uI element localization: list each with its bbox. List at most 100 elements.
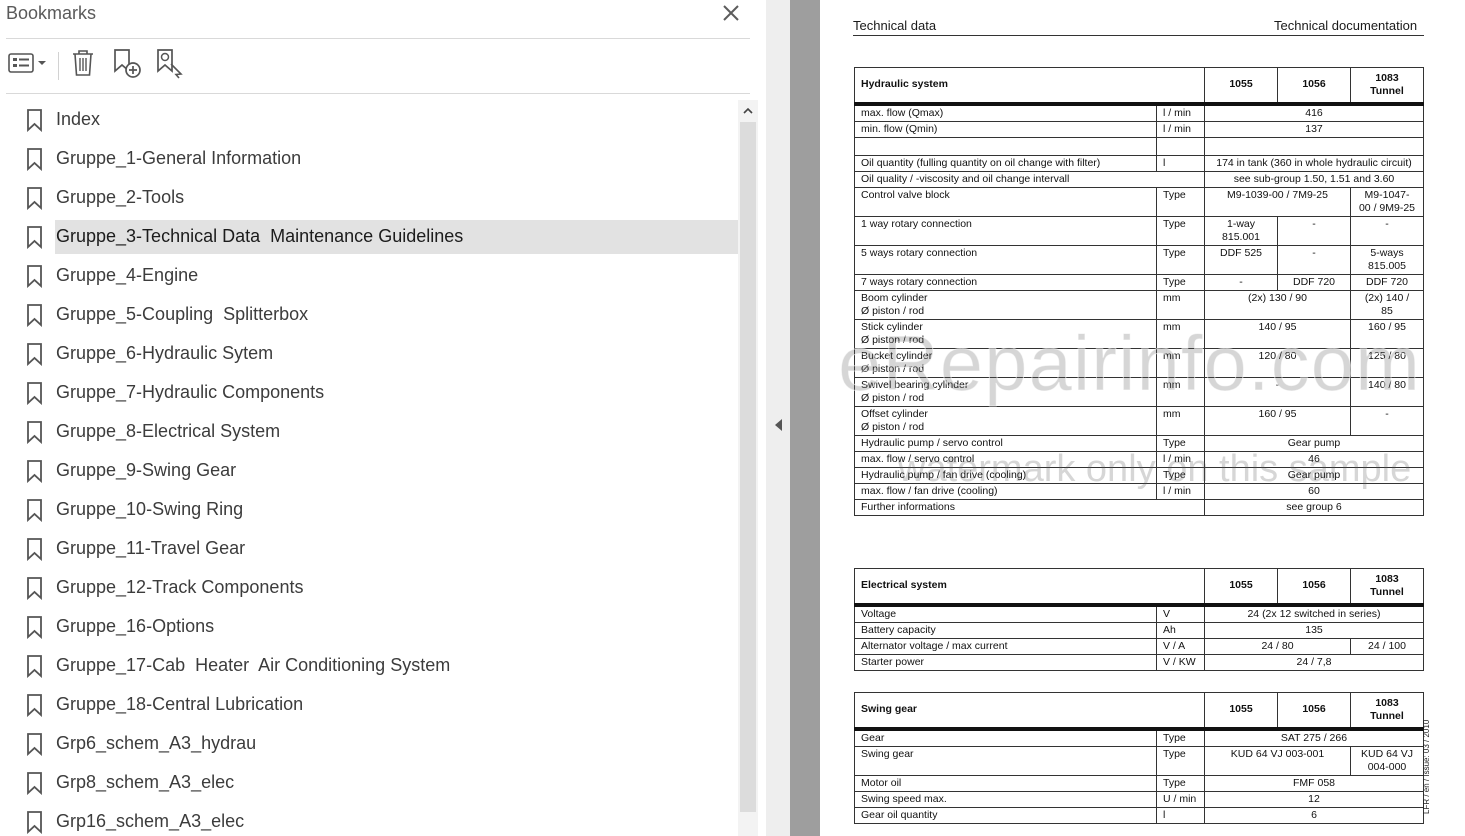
bookmark-label: Gruppe_3-Technical Data Maintenance Guid… bbox=[56, 226, 464, 246]
electrical-system-table: Electrical system 1055 1056 1083 Tunnel V… bbox=[854, 568, 1424, 671]
table-row: Oil quantity (fulling quantity on oil ch… bbox=[854, 154, 1424, 172]
bookmark-item[interactable]: Gruppe_3-Technical Data Maintenance Guid… bbox=[0, 219, 738, 254]
panel-splitter[interactable] bbox=[766, 0, 790, 836]
bookmark-label: Grp8_schem_A3_elec bbox=[56, 772, 235, 792]
table-row: Offset cylinder Ø piston / rod mm 160 / 9… bbox=[854, 405, 1424, 436]
bookmark-label: Gruppe_12-Track Components bbox=[56, 577, 304, 597]
column-header: 1055 bbox=[1204, 568, 1278, 607]
toolbar-divider bbox=[58, 52, 59, 80]
table-row: Oil quality / -viscosity and oil change … bbox=[854, 170, 1424, 188]
table-row: Motor oil Type FMF 058 bbox=[854, 774, 1424, 792]
bookmark-item[interactable]: Gruppe_6-Hydraulic Sytem bbox=[0, 336, 738, 370]
column-header: 1083 Tunnel bbox=[1350, 67, 1424, 106]
table-row: 1 way rotary connection Type 1-way 815.00… bbox=[854, 215, 1424, 246]
bookmark-label: Gruppe_2-Tools bbox=[56, 187, 185, 207]
bookmark-icon bbox=[25, 654, 45, 679]
column-header: 1056 bbox=[1277, 692, 1351, 731]
bookmarks-panel: Bookmarks Index Gruppe_1-General Informa… bbox=[0, 0, 766, 836]
bookmark-item[interactable]: Gruppe_11-Travel Gear bbox=[0, 531, 738, 565]
bookmark-item[interactable]: Gruppe_1-General Information bbox=[0, 141, 738, 175]
bookmark-icon bbox=[25, 147, 45, 172]
bookmark-label: Gruppe_17-Cab Heater Air Conditioning Sy… bbox=[56, 655, 451, 675]
bookmark-label: Gruppe_10-Swing Ring bbox=[56, 499, 244, 519]
table-row: Hydraulic pump / servo control Type Gear… bbox=[854, 434, 1424, 452]
bookmark-icon bbox=[25, 186, 45, 211]
bookmark-label: Gruppe_16-Options bbox=[56, 616, 215, 636]
bookmark-icon bbox=[25, 108, 45, 133]
table-row: min. flow (Qmin) l / min 137 bbox=[854, 120, 1424, 138]
bookmark-label: Gruppe_1-General Information bbox=[56, 148, 302, 168]
table-row: Gear oil quantity l 6 bbox=[854, 806, 1424, 824]
bookmark-label: Gruppe_18-Central Lubrication bbox=[56, 694, 304, 714]
bookmark-item[interactable]: Index bbox=[0, 102, 738, 136]
bookmark-item[interactable]: Gruppe_10-Swing Ring bbox=[0, 492, 738, 526]
column-header: 1083 Tunnel bbox=[1350, 568, 1424, 607]
panel-title: Bookmarks bbox=[6, 3, 97, 23]
table-row: Battery capacity Ah 135 bbox=[854, 621, 1424, 639]
table-row bbox=[854, 136, 1424, 156]
close-icon[interactable] bbox=[720, 2, 742, 24]
bookmark-icon bbox=[25, 771, 45, 796]
scroll-up-arrow[interactable] bbox=[742, 104, 754, 116]
bookmark-item[interactable]: Gruppe_9-Swing Gear bbox=[0, 453, 738, 487]
table-header-row: Electrical system 1055 1056 1083 Tunnel bbox=[854, 568, 1424, 607]
bookmark-icon bbox=[25, 537, 45, 562]
bookmark-icon bbox=[25, 264, 45, 289]
document-page: Technical data Technical documentation H… bbox=[820, 0, 1465, 836]
table-row: Control valve block Type M9-1039-00 / 7M… bbox=[854, 186, 1424, 217]
bookmark-item[interactable]: Gruppe_18-Central Lubrication bbox=[0, 687, 738, 721]
new-bookmark-button[interactable] bbox=[108, 48, 144, 82]
bookmark-item[interactable]: Gruppe_17-Cab Heater Air Conditioning Sy… bbox=[0, 648, 738, 682]
list-options-icon bbox=[6, 50, 48, 81]
table-row: Bucket cylinder Ø piston / rod mm 120 / 8… bbox=[854, 347, 1424, 378]
table-row: Further informations see group 6 bbox=[854, 498, 1424, 516]
bookmark-item[interactable]: Gruppe_7-Hydraulic Components bbox=[0, 375, 738, 409]
table-title: Electrical system bbox=[854, 568, 1205, 607]
column-header: 1056 bbox=[1277, 568, 1351, 607]
page-header-right: Technical documentation bbox=[1274, 18, 1418, 33]
bookmark-item[interactable]: Gruppe_8-Electrical System bbox=[0, 414, 738, 448]
table-title: Hydraulic system bbox=[854, 67, 1205, 106]
bookmark-item[interactable]: Gruppe_16-Options bbox=[0, 609, 738, 643]
find-bookmark-icon bbox=[154, 47, 184, 84]
delete-bookmark-button[interactable] bbox=[66, 48, 100, 82]
table-row: Stick cylinder Ø piston / rod mm 140 / 95… bbox=[854, 318, 1424, 349]
column-header: 1056 bbox=[1277, 67, 1351, 106]
bookmark-options-button[interactable] bbox=[4, 48, 50, 82]
table-row: Hydraulic pump / fan drive (cooling) Typ… bbox=[854, 466, 1424, 484]
bookmark-icon bbox=[25, 225, 45, 250]
bookmark-item[interactable]: Gruppe_2-Tools bbox=[0, 180, 738, 214]
collapse-panel-icon[interactable] bbox=[773, 418, 783, 432]
bookmark-icon bbox=[25, 693, 45, 718]
table-row: Voltage V 24 (2x 12 switched in series) bbox=[854, 604, 1424, 623]
column-header: 1083 Tunnel bbox=[1350, 692, 1424, 731]
bookmark-item[interactable]: Grp6_schem_A3_hydrau bbox=[0, 726, 738, 760]
bookmark-item[interactable]: Grp16_schem_A3_elec bbox=[0, 804, 738, 836]
trash-icon bbox=[70, 48, 96, 83]
issue-note: LFR / en / Issue: 03 / 2010 bbox=[1422, 719, 1431, 814]
divider bbox=[6, 38, 750, 39]
bookmark-item[interactable]: Gruppe_12-Track Components bbox=[0, 570, 738, 604]
add-bookmark-icon bbox=[110, 47, 142, 84]
table-row: max. flow / fan drive (cooling) l / min … bbox=[854, 482, 1424, 500]
table-row: Swing gear Type KUD 64 VJ 003-001 KUD 64… bbox=[854, 745, 1424, 776]
bookmark-list-scrollbar[interactable] bbox=[738, 100, 758, 836]
column-header: 1055 bbox=[1204, 67, 1278, 106]
table-title: Swing gear bbox=[854, 692, 1205, 731]
bookmark-icon bbox=[25, 303, 45, 328]
bookmark-icon bbox=[25, 810, 45, 835]
page-header-left: Technical data bbox=[853, 18, 937, 33]
bookmark-icon bbox=[25, 342, 45, 367]
bookmark-icon bbox=[25, 732, 45, 757]
bookmark-icon bbox=[25, 498, 45, 523]
bookmark-item[interactable]: Grp8_schem_A3_elec bbox=[0, 765, 738, 799]
bookmark-item[interactable]: Gruppe_4-Engine bbox=[0, 258, 738, 292]
bookmark-item[interactable]: Gruppe_5-Coupling Splitterbox bbox=[0, 297, 738, 331]
table-row: Swing speed max. U / min 12 bbox=[854, 790, 1424, 808]
scroll-thumb[interactable] bbox=[740, 122, 756, 812]
find-bookmark-button[interactable] bbox=[152, 48, 186, 82]
table-row: max. flow (Qmax) l / min 416 bbox=[854, 103, 1424, 122]
bookmark-label: Gruppe_11-Travel Gear bbox=[56, 538, 246, 558]
table-row: Gear Type SAT 275 / 266 bbox=[854, 728, 1424, 747]
header-rule bbox=[853, 35, 1424, 36]
